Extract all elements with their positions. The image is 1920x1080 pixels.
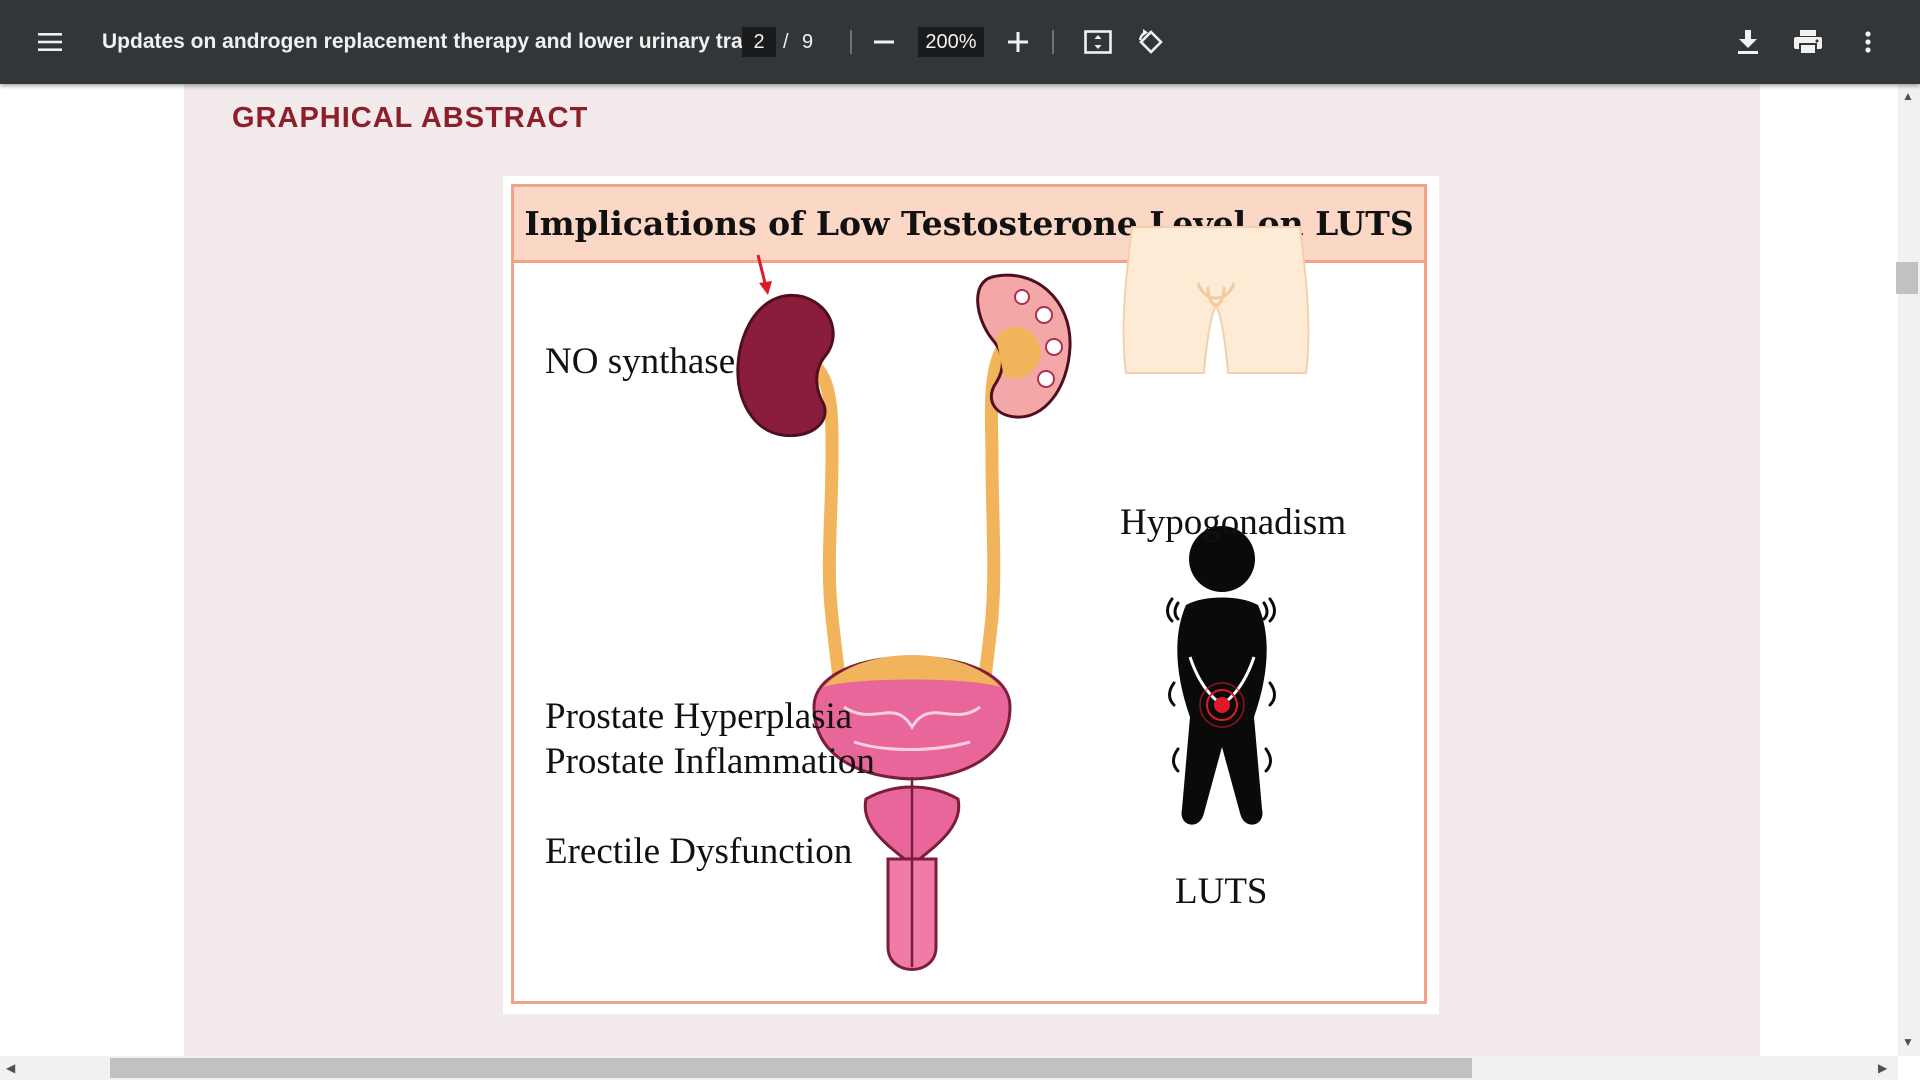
section-heading: GRAPHICAL ABSTRACT [232,102,589,134]
minus-icon [874,40,894,44]
vertical-scroll-thumb[interactable] [1896,262,1918,294]
rotate-counterclockwise-icon [1138,29,1163,54]
pdf-toolbar: Updates on androgen replacement therapy … [0,0,1920,84]
zoom-level-input[interactable]: 200% [918,27,984,57]
kidney-lobe [1014,289,1030,305]
label-prostate-inflammation: Prostate Inflammation [545,741,875,782]
label-erectile-dysfunction: Erectile Dysfunction [545,831,853,872]
label-no-synthase: NO synthase [545,341,736,382]
scroll-right-arrow-icon[interactable]: ▶ [1878,1062,1887,1074]
print-button[interactable] [1788,22,1828,62]
hamburger-menu-icon [38,33,62,51]
vertical-scrollbar[interactable] [1898,84,1920,1056]
zoom-in-button[interactable] [998,22,1038,62]
page-number-input[interactable]: 2 [742,27,776,57]
graphical-abstract-figure: Implications of Low Testosterone Level o… [503,176,1439,1014]
document-title: Updates on androgen replacement therapy … [102,30,761,53]
kidney-lobe [1037,370,1055,388]
print-icon [1794,30,1822,54]
scroll-up-arrow-icon[interactable]: ▲ [1902,90,1914,102]
scroll-left-arrow-icon[interactable]: ◀ [6,1062,15,1074]
download-button[interactable] [1728,22,1768,62]
fit-to-page-button[interactable] [1078,22,1118,62]
toolbar-divider [850,30,852,54]
label-prostate-hyperplasia: Prostate Hyperplasia [545,696,853,737]
horizontal-scroll-thumb[interactable] [110,1058,1472,1078]
urinary-system-illustration [736,226,1310,971]
menu-button[interactable] [30,22,70,62]
pdf-page: GRAPHICAL ABSTRACT Implications of Low T… [184,84,1760,1056]
left-kidney [736,294,835,438]
pelvis-silhouette [1122,226,1310,374]
scroll-down-arrow-icon[interactable]: ▼ [1902,1036,1914,1048]
bladder-pain-indicator [1214,697,1230,713]
label-luts: LUTS [1175,871,1268,912]
download-icon [1738,30,1758,54]
total-pages: 9 [802,31,814,53]
rotate-button[interactable] [1131,22,1171,62]
kidney-lobe [1035,306,1053,324]
pdf-viewport[interactable]: GRAPHICAL ABSTRACT Implications of Low T… [0,84,1898,1056]
more-actions-button[interactable] [1848,22,1888,62]
page-separator: / [783,31,789,53]
plus-icon [1008,32,1028,52]
more-vertical-icon [1865,31,1871,53]
kidney-lobe [1045,338,1063,356]
zoom-out-button[interactable] [864,22,904,62]
figure-border: Implications of Low Testosterone Level o… [511,184,1427,1004]
toolbar-divider [1052,30,1054,54]
label-hypogonadism: Hypogonadism [1120,502,1347,543]
fit-to-page-icon [1084,30,1112,54]
